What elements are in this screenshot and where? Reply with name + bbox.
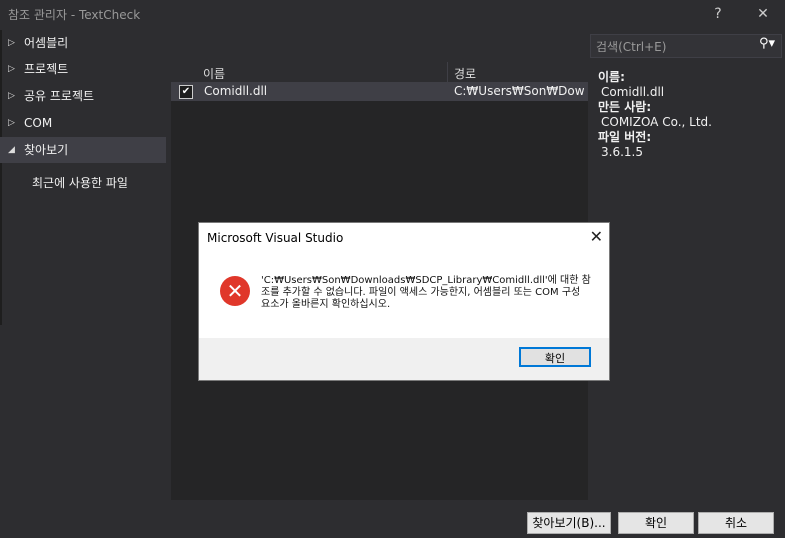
reference-path: C:₩Users₩Son₩Down... — [454, 84, 584, 98]
detail-author-label: 만든 사람: — [598, 100, 652, 114]
detail-author-value: COMIZOA Co., Ltd. — [601, 115, 712, 129]
dialog-close-icon[interactable]: ✕ — [590, 227, 603, 246]
sidebar-item-label: 공유 프로젝트 — [24, 89, 95, 103]
sidebar-item-label: 찾아보기 — [24, 143, 69, 157]
detail-name-value: Comidll.dll — [601, 85, 665, 99]
sidebar-item-shared-projects[interactable]: ▷ 공유 프로젝트 — [0, 83, 166, 109]
sidebar-item-com[interactable]: ▷ COM — [0, 110, 166, 136]
list-header: 이름 경로 — [171, 62, 588, 83]
reference-name: Comidll.dll — [204, 84, 268, 98]
column-header-path[interactable]: 경로 — [454, 65, 476, 82]
sidebar-item-label: 프로젝트 — [24, 62, 69, 76]
browse-button[interactable]: 찾아보기(B)... — [527, 512, 611, 534]
sidebar-subitem-recent-files[interactable]: 최근에 사용한 파일 — [32, 173, 128, 193]
dialog-title: Microsoft Visual Studio — [207, 231, 344, 245]
ok-button[interactable]: 확인 — [618, 512, 694, 534]
error-dialog: Microsoft Visual Studio ✕ ✕ 'C:₩Users₩So… — [198, 222, 610, 381]
expand-arrow-icon: ▷ — [8, 64, 15, 74]
title-bar: 참조 관리자 - TextCheck ? ✕ — [0, 0, 785, 28]
sidebar-item-assemblies[interactable]: ▷ 어셈블리 — [0, 30, 166, 56]
search-icon[interactable]: ⚲▾ — [759, 36, 775, 51]
collapse-arrow-icon: ◢ — [8, 145, 15, 155]
detail-version-value: 3.6.1.5 — [601, 145, 643, 159]
close-window-button[interactable]: ✕ — [748, 2, 778, 26]
sidebar-item-projects[interactable]: ▷ 프로젝트 — [0, 56, 166, 82]
search-placeholder: 검색(Ctrl+E) — [596, 40, 667, 54]
help-button[interactable]: ? — [703, 2, 733, 26]
cancel-button[interactable]: 취소 — [698, 512, 774, 534]
sidebar-item-label: 어셈블리 — [24, 36, 69, 50]
sidebar-item-browse[interactable]: ◢ 찾아보기 — [0, 137, 166, 163]
dialog-message: 'C:₩Users₩Son₩Downloads₩SDCP_Library₩Com… — [261, 275, 591, 310]
search-input[interactable]: 검색(Ctrl+E) ⚲▾ — [590, 34, 782, 58]
sidebar: ▷ 어셈블리 ▷ 프로젝트 ▷ 공유 프로젝트 ▷ COM ◢ 찾아보기 최근에… — [0, 30, 170, 500]
error-icon: ✕ — [220, 276, 250, 306]
include-checkbox[interactable]: ✔ — [179, 85, 193, 99]
detail-version-label: 파일 버전: — [598, 130, 652, 144]
column-header-name[interactable]: 이름 — [203, 65, 225, 82]
expand-arrow-icon: ▷ — [8, 91, 15, 101]
window-title: 참조 관리자 - TextCheck — [8, 8, 141, 22]
table-row[interactable]: ✔ Comidll.dll C:₩Users₩Son₩Down... — [171, 83, 588, 101]
details-panel: 이름: Comidll.dll 만든 사람: COMIZOA Co., Ltd.… — [598, 70, 778, 160]
expand-arrow-icon: ▷ — [8, 38, 15, 48]
detail-name-label: 이름: — [598, 70, 625, 84]
sidebar-item-label: COM — [24, 116, 53, 130]
column-divider[interactable] — [447, 62, 448, 82]
dialog-ok-button[interactable]: 확인 — [519, 347, 591, 367]
dialog-footer: 확인 — [199, 338, 609, 380]
expand-arrow-icon: ▷ — [8, 118, 15, 128]
